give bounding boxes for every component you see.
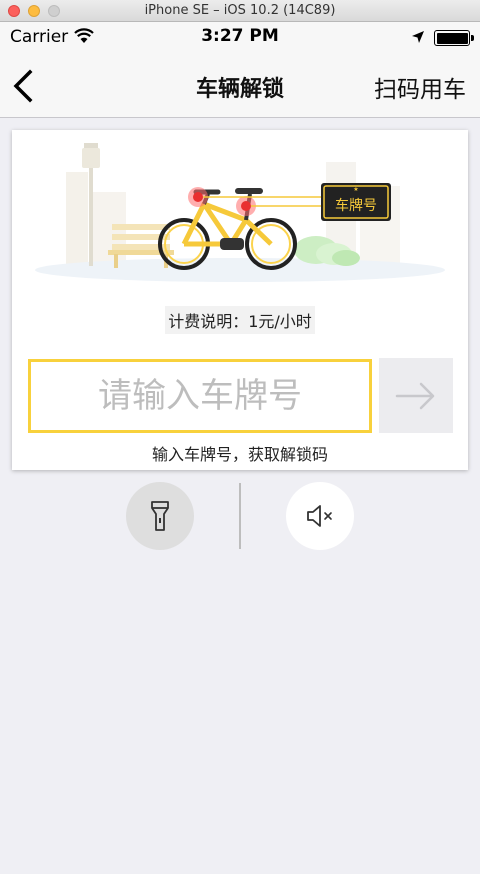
plate-number-input[interactable] [28,359,372,433]
svg-text:★: ★ [353,186,358,193]
sound-toggle-button[interactable] [286,482,354,550]
tools-divider [239,483,241,549]
window-title: iPhone SE – iOS 10.2 (14C89) [144,3,336,18]
scan-to-ride-button[interactable]: 扫码用车 [374,70,466,104]
status-time: 3:27 PM [201,26,279,46]
fee-text: 计费说明：1元/小时 [165,306,315,334]
fee-info: 计费说明：1元/小时 [12,306,468,334]
flashlight-icon [151,501,169,531]
submit-button[interactable] [379,358,453,433]
battery-icon [434,30,470,46]
simulator-titlebar: iPhone SE – iOS 10.2 (14C89) [0,0,480,22]
navigation-bar: 车辆解锁 扫码用车 [0,54,480,118]
bike-illustration: ★ 车牌号 [35,143,445,282]
plate-sign-label: 车牌号 [335,197,377,214]
input-hint: 输入车牌号，获取解锁码 [151,445,328,464]
location-arrow-icon [412,31,424,43]
flashlight-button[interactable] [126,482,194,550]
battery-level [436,32,468,44]
sound-mute-icon [307,505,332,527]
status-bar: Carrier 3:27 PM [0,22,480,54]
unlock-card: ★ 车牌号 计费说明：1元/小时 输入车牌号，获取解锁码 [12,130,468,470]
battery-tip [471,35,474,41]
arrow-right-icon [395,382,435,410]
